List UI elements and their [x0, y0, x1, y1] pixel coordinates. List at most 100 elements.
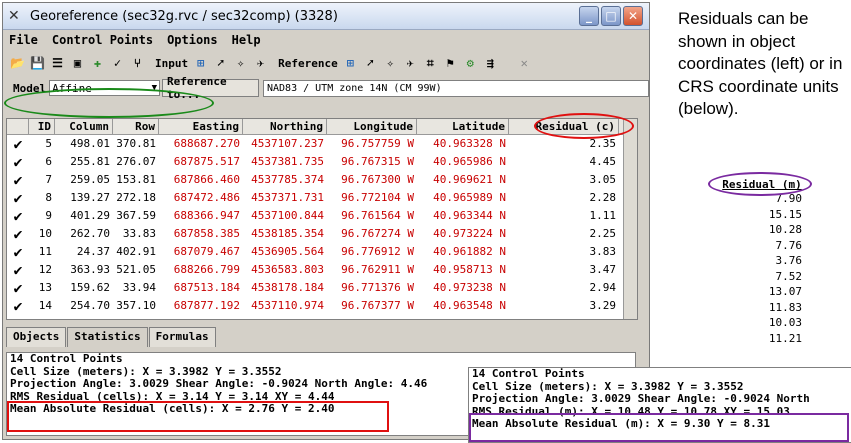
ref-layer-icon[interactable]: ⊞ — [342, 55, 359, 72]
model-row: Model Affine ▼ Reference to... NAD83 / UT… — [3, 75, 649, 101]
table-row[interactable]: ✔ 12 363.93 521.05 688266.799 4536583.803 96.7… — [7, 261, 637, 279]
col-residual[interactable]: Residual (c) — [509, 119, 619, 134]
menu-help[interactable]: Help — [232, 33, 261, 47]
table-cell: 4537100.844 — [251, 209, 324, 222]
table-cell: 498.01 — [70, 137, 110, 150]
table-cell: 254.70 — [70, 299, 110, 312]
table-cell: 40.973224 N — [433, 227, 506, 240]
table-cell: 159.62 — [70, 281, 110, 294]
check-icon[interactable]: ✓ — [109, 55, 126, 72]
table-cell: 40.963344 N — [433, 209, 506, 222]
table-cell: 6 — [45, 155, 52, 168]
col-column[interactable]: Column — [55, 119, 113, 134]
table-cell: 262.70 — [70, 227, 110, 240]
ref-arrow-icon[interactable]: ➚ — [362, 55, 379, 72]
table-cell: 96.767300 W — [341, 173, 414, 186]
table-row[interactable]: ✔ 6 255.81 276.07 687875.517 4537381.735 96.76… — [7, 153, 637, 171]
table-cell: 363.93 — [70, 263, 110, 276]
save-icon[interactable]: 💾 — [29, 55, 46, 72]
tab-formulas[interactable]: Formulas — [148, 327, 216, 347]
export-icon[interactable]: ⇶ — [482, 55, 499, 72]
table-cell: 276.07 — [116, 155, 156, 168]
table-cell: 40.961882 N — [433, 245, 506, 258]
menu-control-points[interactable]: Control Points — [52, 33, 153, 47]
control-point-table: ID Column Row Easting Northing Longitude… — [6, 118, 638, 320]
reference-label: Reference — [278, 56, 338, 70]
residual-m-value: 3.76 — [775, 254, 803, 267]
input-tool-icon[interactable]: ✧ — [232, 55, 249, 72]
table-cell: 255.81 — [70, 155, 110, 168]
table-row[interactable]: ✔ 8 139.27 272.18 687472.486 4537371.731 96.77… — [7, 189, 637, 207]
input-layer-icon[interactable]: ⊞ — [192, 55, 209, 72]
table-cell: 40.963548 N — [433, 299, 506, 312]
table-row[interactable]: ✔ 10 262.70 33.83 687858.385 4538185.354 96.76… — [7, 225, 637, 243]
vertical-scrollbar[interactable] — [623, 119, 637, 319]
col-longitude[interactable]: Longitude — [327, 119, 417, 134]
check-icon[interactable]: ✔ — [7, 297, 29, 315]
residual-m-value: 10.28 — [768, 223, 802, 236]
col-latitude[interactable]: Latitude — [417, 119, 509, 134]
caption-text: Residuals can be shown in object coordin… — [678, 9, 843, 118]
ref-pin-icon[interactable]: ⚑ — [442, 55, 459, 72]
col-easting[interactable]: Easting — [159, 119, 243, 134]
menu-file[interactable]: File — [9, 33, 38, 47]
ref-grid-icon[interactable]: ⌗ — [422, 55, 439, 72]
table-cell: 40.965986 N — [433, 155, 506, 168]
compute-icon[interactable]: ⚙ — [462, 55, 479, 72]
input-arrow-icon[interactable]: ➚ — [212, 55, 229, 72]
model-label: Model — [13, 81, 47, 95]
table-header: ID Column Row Easting Northing Longitude… — [7, 119, 637, 135]
input-select-icon[interactable]: ✈ — [252, 55, 269, 72]
ref-tool-icon[interactable]: ✧ — [382, 55, 399, 72]
col-row[interactable]: Row — [113, 119, 159, 134]
table-row[interactable]: ✔ 7 259.05 153.81 687866.460 4537785.374 96.76… — [7, 171, 637, 189]
title-bar: ✕ Georeference (sec32g.rvc / sec32comp) … — [3, 3, 649, 30]
check-icon[interactable]: ✔ — [7, 279, 29, 297]
table-cell: 521.05 — [116, 263, 156, 276]
table-cell: 13 — [38, 281, 52, 294]
check-icon[interactable]: ✔ — [7, 153, 29, 171]
check-icon[interactable]: ✔ — [7, 189, 29, 207]
table-row[interactable]: ✔ 14 254.70 357.10 687877.192 4537110.974 96.7… — [7, 297, 637, 315]
table-cell: 96.767274 W — [341, 227, 414, 240]
ref-select-icon[interactable]: ✈ — [402, 55, 419, 72]
residual-m-value: 10.03 — [768, 316, 802, 329]
fork-icon[interactable]: ⑂ — [129, 55, 146, 72]
table-row[interactable]: ✔ 11 24.37 402.91 687079.467 4536905.564 96.77… — [7, 243, 637, 261]
check-icon[interactable]: ✔ — [7, 261, 29, 279]
delete-icon[interactable]: ✕ — [516, 55, 533, 72]
check-icon[interactable]: ✔ — [7, 225, 29, 243]
table-cell: 687513.184 — [173, 281, 240, 294]
table-cell: 9 — [45, 209, 52, 222]
table-cell: 1.11 — [589, 209, 617, 222]
table-cell: 33.83 — [122, 227, 156, 240]
add-point-icon[interactable]: ✚ — [89, 55, 106, 72]
tab-statistics[interactable]: Statistics — [67, 327, 148, 347]
col-id[interactable]: ID — [29, 119, 55, 134]
reference-to-button[interactable]: Reference to... — [161, 75, 259, 101]
maximize-button[interactable]: □ — [601, 6, 621, 26]
table-cell: 4536583.803 — [251, 263, 324, 276]
table-row[interactable]: ✔ 13 159.62 33.94 687513.184 4538178.184 96.77… — [7, 279, 637, 297]
table-cell: 4537110.974 — [251, 299, 324, 312]
check-icon[interactable]: ✔ — [7, 135, 29, 153]
table-cell: 2.28 — [589, 191, 617, 204]
model-select[interactable]: Affine ▼ — [49, 80, 160, 96]
open-icon[interactable]: 📂 — [9, 55, 26, 72]
table-row[interactable]: ✔ 5 498.01 370.81 688687.270 4537107.237 96.75… — [7, 135, 637, 153]
tab-objects[interactable]: Objects — [6, 327, 67, 347]
col-northing[interactable]: Northing — [243, 119, 327, 134]
check-icon[interactable]: ✔ — [7, 171, 29, 189]
table-cell: 96.776912 W — [341, 245, 414, 258]
close-button[interactable]: ✕ — [623, 6, 643, 26]
table-cell: 40.973238 N — [433, 281, 506, 294]
minimize-button[interactable]: _ — [579, 6, 599, 26]
table-row[interactable]: ✔ 9 401.29 367.59 688366.947 4537100.844 96.76… — [7, 207, 637, 225]
check-icon[interactable]: ✔ — [7, 243, 29, 261]
check-icon[interactable]: ✔ — [7, 207, 29, 225]
view-icon[interactable]: ▣ — [69, 55, 86, 72]
list-icon[interactable]: ☰ — [49, 55, 66, 72]
table-cell: 367.59 — [116, 209, 156, 222]
menu-options[interactable]: Options — [167, 33, 218, 47]
table-cell: 687877.192 — [173, 299, 240, 312]
